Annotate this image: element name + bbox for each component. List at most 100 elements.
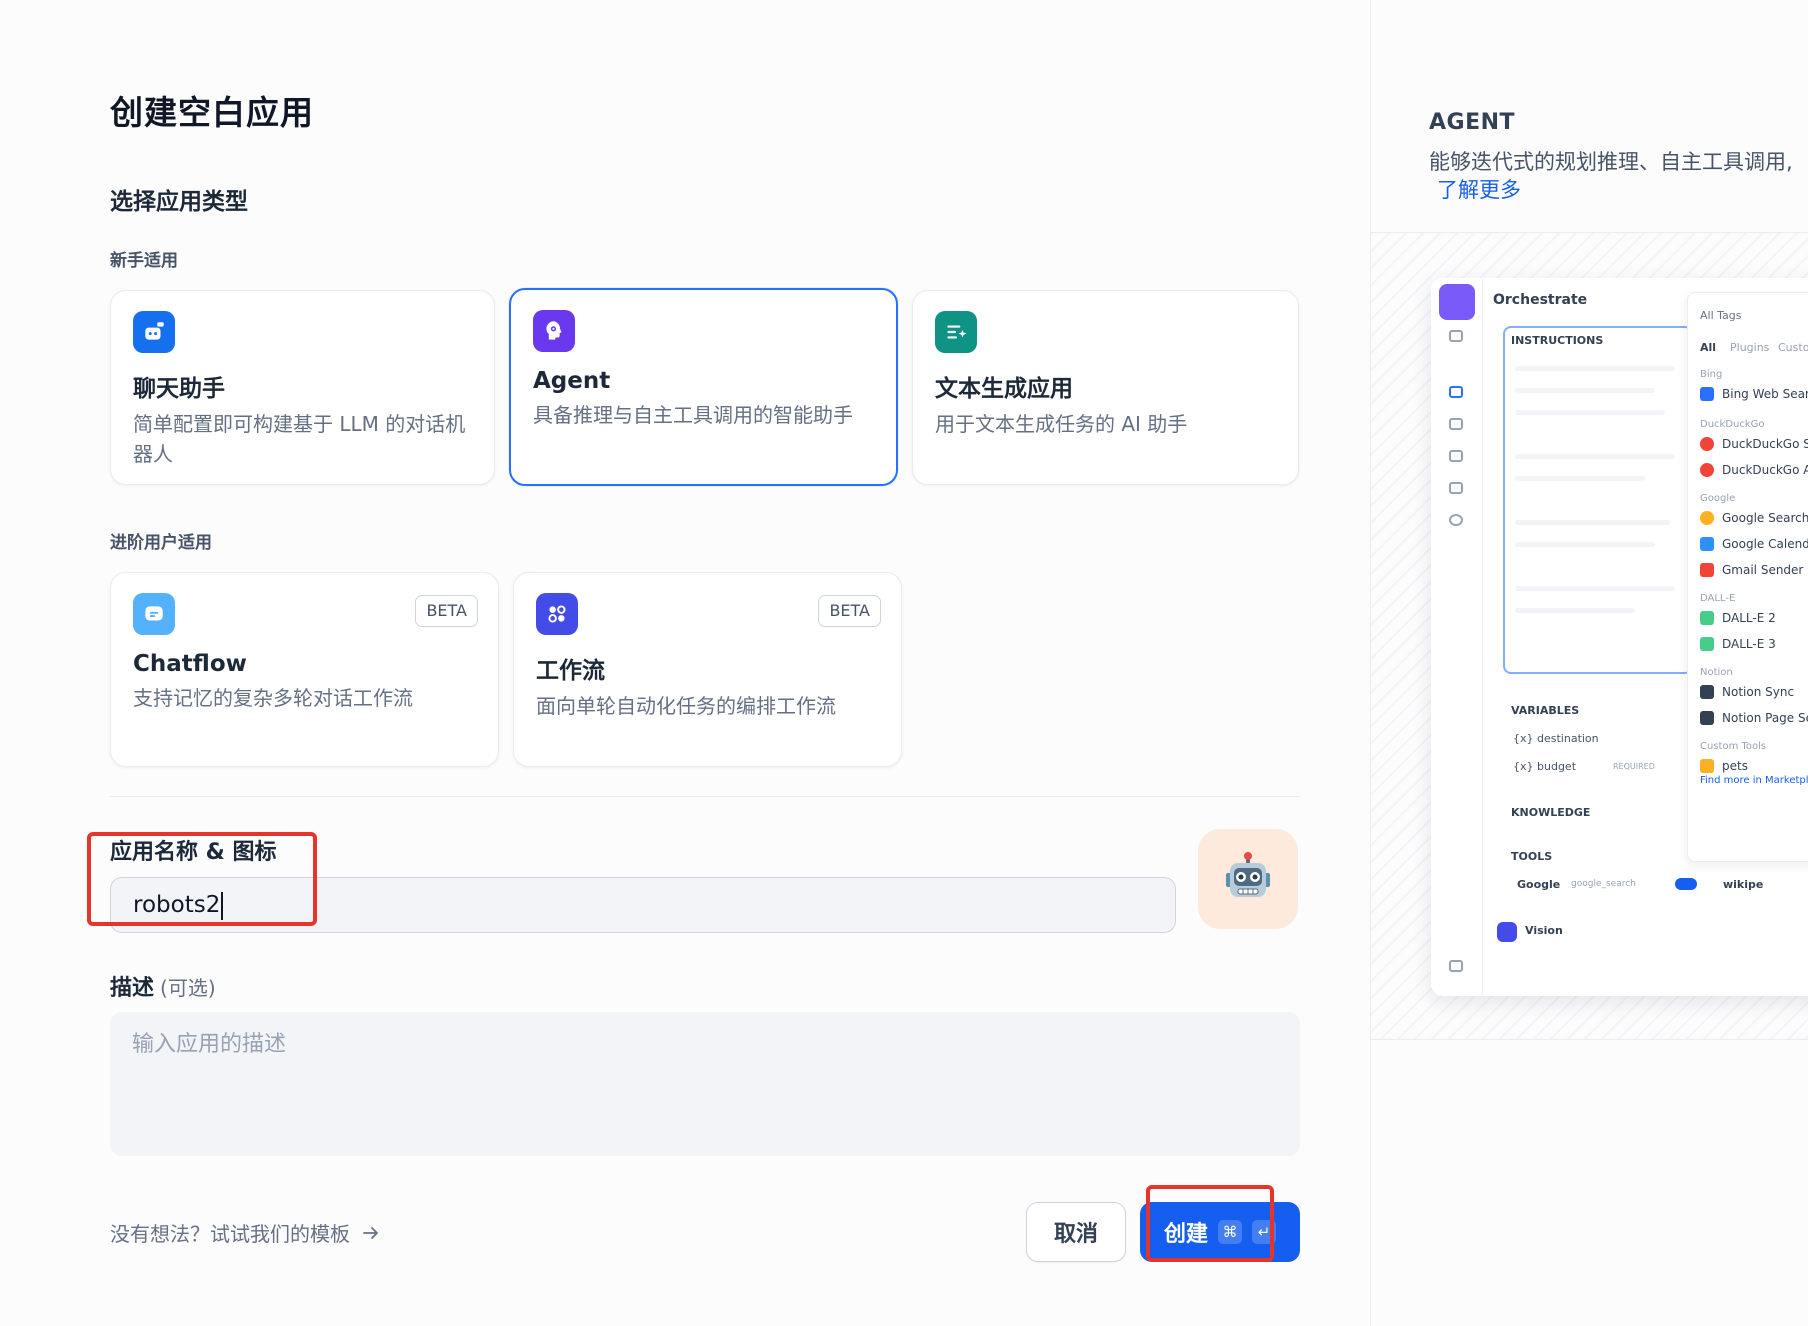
tool-google-calendar-label: Google Calenda: [1722, 537, 1808, 551]
cat-notion: Notion: [1700, 667, 1733, 678]
tool-dalle2: DALL-E 2: [1700, 611, 1776, 625]
app-name-label: 应用名称 & 图标: [110, 840, 277, 865]
placeholder-line: [1515, 410, 1665, 415]
document-icon: [1449, 450, 1463, 462]
tool-notion-page-label: Notion Page Se: [1722, 711, 1808, 725]
terminal-icon: [1449, 418, 1463, 430]
knowledge-label: KNOWLEDGE: [1511, 806, 1591, 819]
placeholder-line: [1515, 608, 1635, 613]
chat-bot-icon: [133, 311, 175, 353]
tool-dalle3: DALL-E 3: [1700, 637, 1776, 651]
section-divider: [110, 796, 1300, 797]
duckduckgo-icon: [1700, 463, 1714, 477]
vision-icon: [1497, 922, 1517, 942]
section-title: 选择应用类型: [110, 189, 248, 215]
create-button-label: 创建: [1164, 1222, 1209, 1247]
dalle-icon: [1700, 611, 1714, 625]
group-label-beginner: 新手适用: [110, 251, 178, 271]
find-more-link: Find more in Marketpl: [1700, 775, 1808, 786]
arrow-right-icon: [363, 1226, 378, 1239]
duckduckgo-icon: [1700, 437, 1714, 451]
tool-google-search: Google Search: [1700, 511, 1808, 525]
tool-gmail-label: Gmail Sender: [1722, 563, 1804, 577]
tab-plugins: Plugins: [1730, 341, 1770, 354]
chatflow-icon: [133, 593, 175, 635]
variables-label: VARIABLES: [1511, 704, 1580, 717]
app-type-card-workflow[interactable]: BETA 工作流 面向单轮自动化任务的编排工作流: [513, 572, 902, 767]
card-description: 具备推理与自主工具调用的智能助手: [533, 403, 853, 427]
tool-google-sub: google_search: [1571, 879, 1636, 889]
placeholder-line: [1515, 476, 1645, 481]
calendar-icon: [1700, 537, 1714, 551]
tool-notion-page: Notion Page Se: [1700, 711, 1808, 725]
card-title: Agent: [533, 368, 611, 394]
tool-google: Google: [1517, 878, 1561, 891]
variable-destination: {x} destination: [1513, 732, 1599, 745]
app-type-card-text-generator[interactable]: 文本生成应用 用于文本生成任务的 AI 助手: [912, 290, 1299, 485]
cat-bing: Bing: [1700, 369, 1723, 380]
template-link[interactable]: 没有想法？试试我们的模板: [110, 1218, 380, 1247]
create-app-panel: 创建空白应用 选择应用类型 新手适用 聊天助手 简单配置即可构建基于 LLM 的…: [0, 0, 1370, 1326]
robot-emoji-icon[interactable]: [1198, 829, 1298, 929]
agent-brain-icon: [533, 310, 575, 352]
preview-orchestrate: Orchestrate: [1493, 292, 1588, 308]
card-description: 用于文本生成任务的 AI 助手: [935, 412, 1188, 436]
orchestrate-icon: [1449, 386, 1463, 398]
app-type-card-chat-assistant[interactable]: 聊天助手 简单配置即可构建基于 LLM 的对话机器人: [110, 290, 495, 485]
tool-pets: pets: [1700, 759, 1748, 773]
tool-pets-label: pets: [1722, 759, 1748, 773]
custom-tool-icon: [1700, 759, 1714, 773]
placeholder-line: [1515, 586, 1675, 591]
description-label-text: 描述: [110, 976, 155, 1001]
learn-more-link[interactable]: 了解更多: [1437, 174, 1521, 204]
variable-budget: {x} budget: [1513, 760, 1577, 773]
instructions-box: [1503, 326, 1693, 674]
beta-badge: BETA: [818, 595, 881, 627]
card-description: 面向单轮自动化任务的编排工作流: [536, 694, 836, 718]
cat-custom: Custom Tools: [1700, 741, 1767, 752]
preview-title: AGENT: [1429, 110, 1516, 135]
card-title: Chatflow: [133, 651, 247, 677]
cat-google: Google: [1700, 493, 1736, 504]
settings-icon: [1449, 514, 1463, 526]
optional-hint: (可选): [160, 976, 216, 1000]
dalle-icon: [1700, 637, 1714, 651]
tab-custom: Custo: [1778, 341, 1808, 354]
notion-icon: [1700, 685, 1714, 699]
text-generate-icon: [935, 311, 977, 353]
app-type-card-agent[interactable]: Agent 具备推理与自主工具调用的智能助手: [509, 288, 898, 486]
tool-ddg-search-label: DuckDuckGo Se: [1722, 437, 1808, 451]
notion-icon: [1700, 711, 1714, 725]
tools-label: TOOLS: [1511, 850, 1553, 863]
placeholder-line: [1515, 542, 1655, 547]
tools-popover: All Tags All Plugins Custo Bing Bing Web…: [1687, 292, 1808, 862]
tool-dalle3-label: DALL-E 3: [1722, 637, 1776, 651]
cat-dalle: DALL-E: [1700, 593, 1736, 604]
create-button[interactable]: 创建 ⌘ ↵: [1140, 1202, 1300, 1262]
required-badge: REQUIRED: [1613, 762, 1655, 771]
app-type-card-chatflow[interactable]: BETA Chatflow 支持记忆的复杂多轮对话工作流: [110, 572, 499, 767]
swap-icon: [1449, 330, 1463, 342]
tab-all: All: [1700, 341, 1717, 354]
instructions-label: INSTRUCTIONS: [1511, 334, 1604, 347]
preview-sidebar: [1431, 278, 1483, 996]
placeholder-line: [1515, 366, 1675, 371]
app-name-input[interactable]: robots2: [110, 877, 1176, 933]
agent-preview-image: Orchestrate INSTRUCTIONS VARIABLES {x} d…: [1431, 278, 1808, 996]
tool-dalle2-label: DALL-E 2: [1722, 611, 1776, 625]
toggle-icon: [1675, 878, 1697, 890]
text-caret: [221, 891, 224, 920]
enter-key-icon: ↵: [1252, 1220, 1277, 1244]
cancel-button[interactable]: 取消: [1026, 1202, 1126, 1262]
vision-label: Vision: [1525, 924, 1563, 937]
app-name-value: robots2: [133, 892, 221, 918]
robot-logo-icon: [1439, 284, 1475, 320]
copy-icon: [1449, 482, 1463, 494]
tool-notion-sync-label: Notion Sync: [1722, 685, 1795, 699]
tool-bing-label: Bing Web Searc: [1722, 387, 1808, 401]
placeholder-line: [1515, 454, 1675, 459]
preview-description: 能够迭代式的规划推理、自主工具调用,: [1429, 150, 1793, 174]
description-textarea[interactable]: 输入应用的描述: [110, 1012, 1300, 1156]
card-title: 文本生成应用: [935, 376, 1073, 402]
card-title: 工作流: [536, 658, 605, 684]
